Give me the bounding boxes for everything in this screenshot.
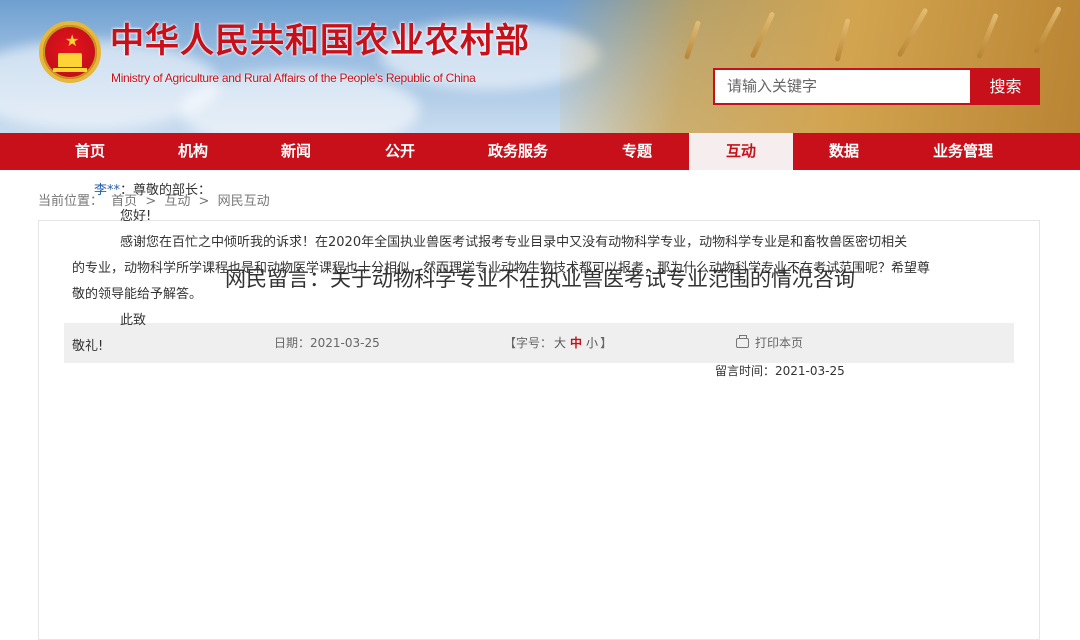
nav-item-data[interactable]: 数据 — [794, 133, 894, 170]
nav-item-topics[interactable]: 专题 — [587, 133, 687, 170]
main-nav: 首页 机构 新闻 公开 政务服务 专题 互动 数据 业务管理 — [0, 133, 1080, 170]
search-input[interactable]: 请输入关键字 — [713, 68, 972, 105]
nav-item-interaction[interactable]: 互动 — [689, 133, 793, 170]
wheat-field-decoration — [560, 0, 1080, 133]
salutation: ：尊敬的部长： — [120, 183, 212, 198]
letter-closing: 此致 — [120, 313, 147, 328]
letter-greeting: 您好! — [120, 209, 152, 224]
emblem-base — [53, 68, 87, 72]
sender-name: 李** — [94, 183, 121, 198]
letter-paragraph-continued: 的专业，动物科学所学课程也是和动物医学课程也十分相似，然而理学专业动物生物技术都… — [72, 261, 931, 302]
nav-item-home[interactable]: 首页 — [40, 133, 140, 170]
nav-item-disclosure[interactable]: 公开 — [350, 133, 450, 170]
national-emblem-logo[interactable]: ★ — [39, 21, 101, 83]
nav-item-services[interactable]: 政务服务 — [458, 133, 578, 170]
letter-body: 李**：尊敬的部长： 您好! 感谢您在百忙之中倾听我的诉求！在2020年全国执业… — [72, 178, 932, 360]
nav-item-organization[interactable]: 机构 — [143, 133, 243, 170]
search-button[interactable]: 搜索 — [971, 68, 1040, 105]
header-banner: ★ 中华人民共和国农业农村部 Ministry of Agriculture a… — [0, 0, 1080, 133]
message-time: 留言时间：2021-03-25 — [715, 364, 845, 378]
nav-item-news[interactable]: 新闻 — [246, 133, 346, 170]
letter-paragraph: 感谢您在百忙之中倾听我的诉求！在2020年全国执业兽医考试报考专业目录中又没有动… — [120, 235, 908, 250]
site-subtitle: Ministry of Agriculture and Rural Affair… — [111, 71, 476, 85]
gate-icon — [58, 53, 82, 67]
letter-regards: 敬礼! — [72, 339, 104, 354]
star-icon: ★ — [65, 31, 80, 50]
nav-item-business[interactable]: 业务管理 — [903, 133, 1023, 170]
letter-salutation-line: 李**：尊敬的部长： — [72, 178, 932, 204]
site-title[interactable]: 中华人民共和国农业农村部 — [110, 20, 530, 62]
